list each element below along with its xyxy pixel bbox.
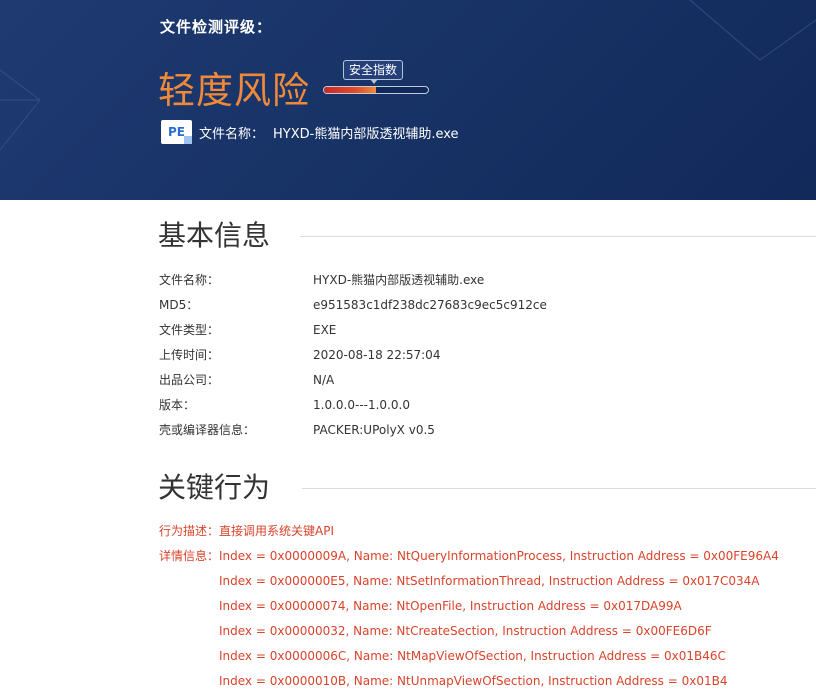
- rating-label: 文件检测评级：: [160, 18, 273, 36]
- pe-file-icon: PE: [161, 120, 192, 144]
- file-name-label: 文件名称：: [199, 127, 265, 142]
- info-value-md5: e951583c1df238dc27683c9ec5c912ce: [313, 298, 547, 312]
- info-value-file-name: HYXD-熊猫内部版透视辅助.exe: [313, 273, 485, 287]
- info-value-upload-time: 2020-08-18 22:57:04: [313, 348, 441, 362]
- behavior-detail-key: 详情信息：: [159, 549, 220, 563]
- basic-info-divider: [300, 236, 816, 237]
- behavior-desc-key: 行为描述：: [159, 524, 220, 538]
- info-value-file-type: EXE: [313, 323, 337, 337]
- safety-index-tooltip: 安全指数: [343, 60, 404, 84]
- info-value-version: 1.0.0.0---1.0.0.0: [313, 398, 410, 412]
- info-key-company: 出品公司：: [159, 373, 220, 387]
- risk-level: 轻度风险: [158, 69, 310, 112]
- basic-info-title: 基本信息: [158, 219, 271, 252]
- detail-line: Index = 0x000000E5, Name: NtSetInformati…: [219, 574, 760, 588]
- header-decoration: [0, 0, 816, 151]
- info-key-file-type: 文件类型：: [159, 323, 220, 337]
- info-value-packer: PACKER:UPolyX v0.5: [313, 423, 435, 437]
- detail-line: Index = 0x00000074, Name: NtOpenFile, In…: [219, 599, 682, 613]
- result-header: 文件检测评级： 轻度风险 安全指数 PE 文件名称： HYXD-熊猫内部版透视辅…: [0, 0, 816, 200]
- detail-line: Index = 0x0000006C, Name: NtMapViewOfSec…: [219, 649, 726, 663]
- behavior-divider: [302, 488, 816, 489]
- behavior-title: 关键行为: [158, 471, 271, 504]
- info-key-file-name: 文件名称：: [159, 273, 220, 287]
- info-key-packer: 壳或编译器信息：: [159, 423, 256, 437]
- info-key-upload-time: 上传时间：: [159, 348, 220, 362]
- detail-line: Index = 0x0000010B, Name: NtUnmapViewOfS…: [219, 674, 728, 688]
- safety-index-bar: [323, 86, 429, 94]
- info-key-md5: MD5：: [159, 298, 199, 312]
- detail-line: Index = 0x0000009A, Name: NtQueryInforma…: [219, 549, 779, 563]
- behavior-desc-value: 直接调用系统关键API: [219, 524, 334, 538]
- safety-index-fill: [324, 87, 376, 93]
- file-name-value: HYXD-熊猫内部版透视辅助.exe: [273, 127, 459, 142]
- info-key-version: 版本：: [159, 398, 196, 412]
- info-value-company: N/A: [313, 373, 335, 387]
- detail-line: Index = 0x00000032, Name: NtCreateSectio…: [219, 624, 712, 638]
